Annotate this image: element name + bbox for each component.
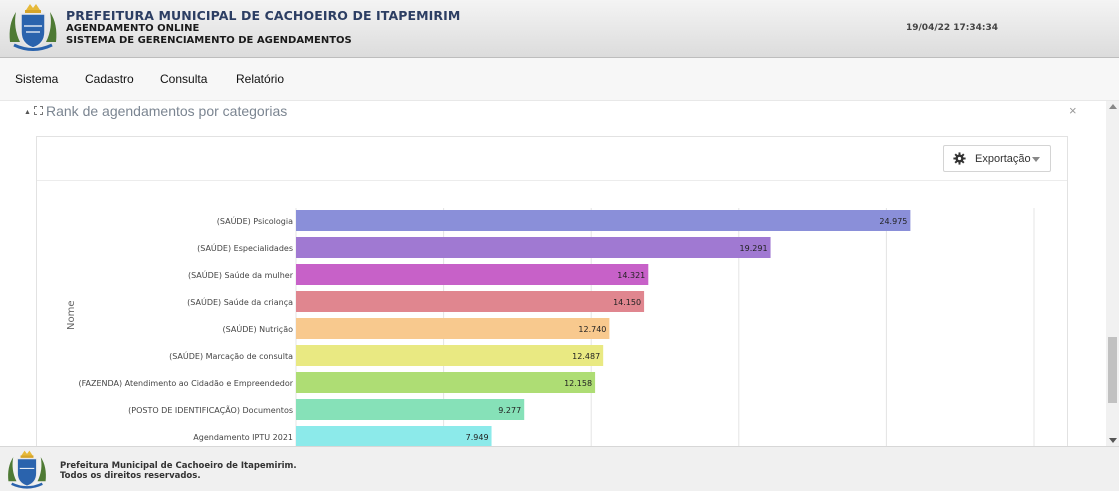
panel-title: Rank de agendamentos por categorias: [46, 103, 288, 119]
expand-icon[interactable]: [34, 106, 43, 115]
category-label-7: (POSTO DE IDENTIFICAÇÃO) Documentos: [128, 405, 293, 415]
gear-icon: [953, 152, 966, 165]
value-label-1: 19.291: [740, 244, 768, 253]
bar-4[interactable]: [296, 318, 610, 339]
export-button-label: Exportação: [975, 153, 1031, 165]
menu-item-relatorio[interactable]: Relatório: [236, 72, 284, 86]
value-label-6: 12.158: [564, 379, 592, 388]
footer-rights: Todos os direitos reservados.: [60, 471, 201, 481]
app-header: PREFEITURA MUNICIPAL DE CACHOEIRO DE ITA…: [0, 0, 1119, 58]
header-datetime: 19/04/22 17:34:34: [906, 23, 999, 33]
category-label-4: (SAÚDE) Nutrição: [223, 323, 294, 334]
scroll-up-icon[interactable]: [1109, 104, 1117, 109]
card-toolbar: Exportação: [37, 137, 1067, 181]
value-label-8: 7.949: [466, 433, 489, 442]
value-label-5: 12.487: [572, 352, 600, 361]
bar-chart-svg: (SAÚDE) Psicologia 24.975 (SAÚDE) Especial…: [79, 208, 1035, 446]
bar-8[interactable]: [296, 426, 492, 446]
chart-y-axis-label: Nome: [66, 300, 77, 331]
scrollbar-thumb[interactable]: [1108, 337, 1117, 403]
main-menu: Sistema Cadastro Consulta Relatório: [0, 58, 1119, 101]
category-label-5: (SAÚDE) Marcação de consulta: [169, 350, 293, 361]
coat-of-arms-icon: [9, 4, 57, 51]
category-label-3: (SAÚDE) Saúde da criança: [187, 296, 293, 307]
menu-item-cadastro[interactable]: Cadastro: [85, 72, 134, 86]
bar-1[interactable]: [296, 237, 771, 258]
bar-3[interactable]: [296, 291, 645, 312]
bar-chart: (SAÚDE) Psicologia 24.975 (SAÚDE) Especial…: [36, 181, 1068, 446]
category-label-0: (SAÚDE) Psicologia: [217, 215, 293, 226]
chevron-down-icon: [1032, 157, 1040, 162]
bar-5[interactable]: [296, 345, 604, 366]
menu-item-sistema[interactable]: Sistema: [15, 72, 58, 86]
value-label-4: 12.740: [578, 325, 606, 334]
bar-6[interactable]: [296, 372, 596, 393]
header-system-name: SISTEMA DE GERENCIAMENTO DE AGENDAMENTOS: [66, 35, 352, 46]
coat-of-arms-icon: [8, 450, 46, 489]
bar-0[interactable]: [296, 210, 911, 231]
value-label-3: 14.150: [613, 298, 641, 307]
page-scrollbar[interactable]: [1106, 101, 1119, 446]
bar-7[interactable]: [296, 399, 525, 420]
close-panel-icon[interactable]: ×: [1069, 103, 1077, 118]
value-label-0: 24.975: [879, 217, 907, 226]
value-label-7: 9.277: [498, 406, 521, 415]
category-label-8: Agendamento IPTU 2021: [193, 433, 293, 442]
header-subtitle: AGENDAMENTO ONLINE: [66, 23, 200, 34]
category-label-2: (SAÚDE) Saúde da mulher: [188, 269, 294, 280]
menu-item-consulta[interactable]: Consulta: [160, 72, 207, 86]
app-footer: Prefeitura Municipal de Cachoeiro de Ita…: [0, 446, 1119, 491]
bar-2[interactable]: [296, 264, 649, 285]
scroll-down-icon[interactable]: [1109, 438, 1117, 443]
category-label-1: (SAÚDE) Especialidades: [197, 242, 293, 253]
collapse-icon[interactable]: ▲: [24, 109, 31, 116]
value-label-2: 14.321: [617, 271, 645, 280]
header-title: PREFEITURA MUNICIPAL DE CACHOEIRO DE ITA…: [66, 8, 461, 23]
category-label-6: (FAZENDA) Atendimento ao Cidadão e Empre…: [79, 379, 294, 388]
footer-org-name: Prefeitura Municipal de Cachoeiro de Ita…: [60, 461, 297, 471]
export-button[interactable]: Exportação: [943, 145, 1051, 172]
